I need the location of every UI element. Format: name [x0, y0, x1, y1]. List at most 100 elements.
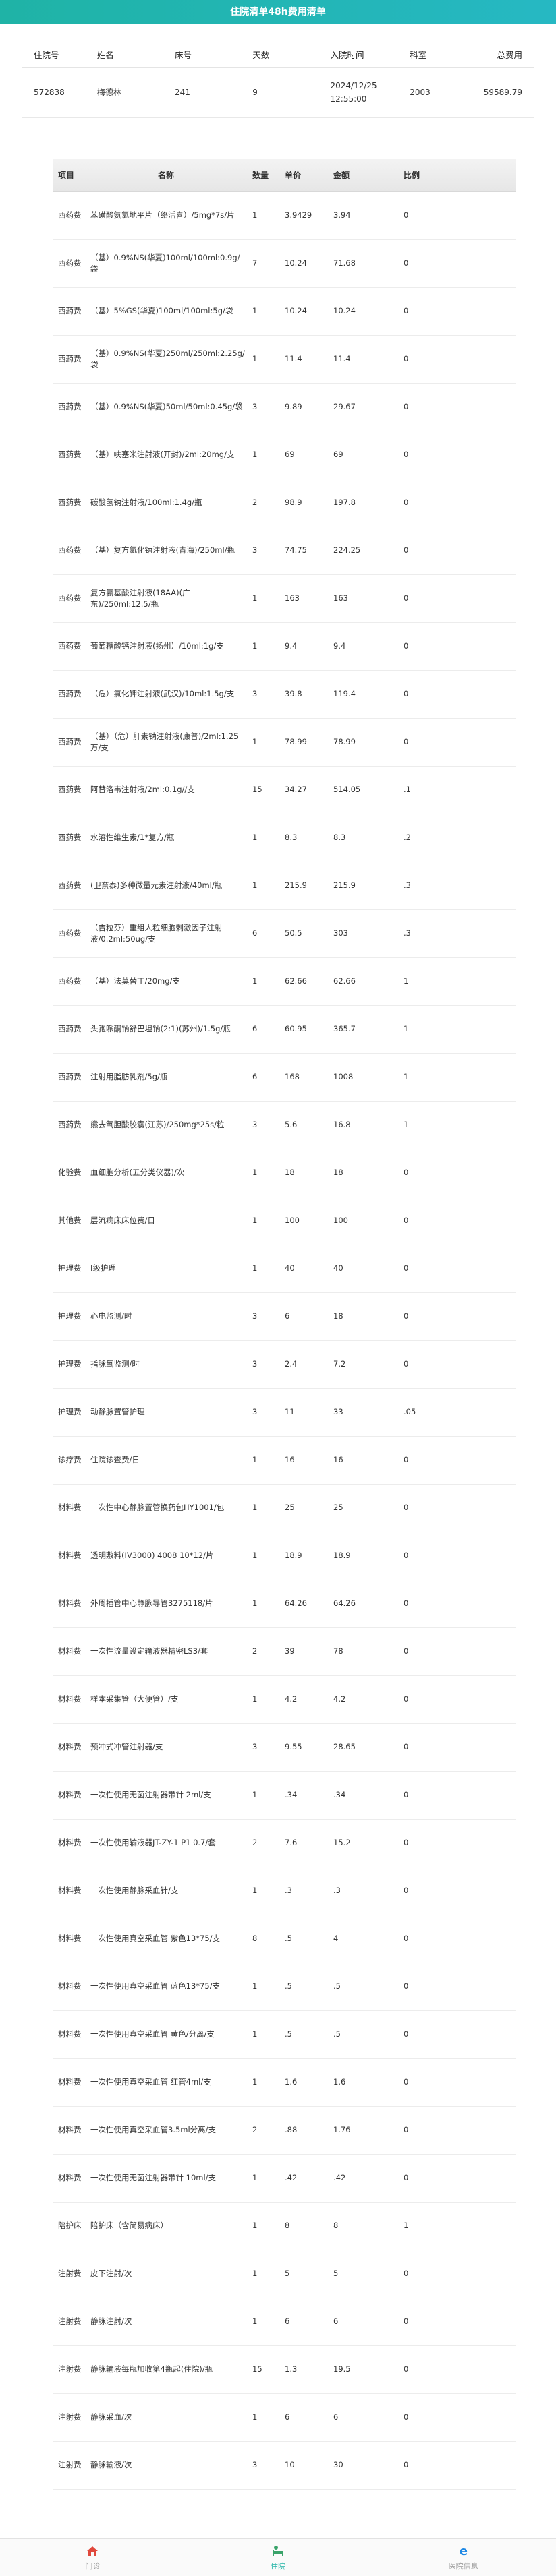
tab-hospital-info[interactable]: e 医院信息 [370, 2539, 556, 2576]
item-ratio: 0 [398, 2298, 516, 2346]
item-amount: 8 [328, 2202, 398, 2250]
item-category: 西药费 [53, 479, 85, 527]
item-ratio: 0 [398, 527, 516, 575]
item-category: 其他费 [53, 1197, 85, 1245]
patient-info-table: 住院号 姓名 床号 天数 入院时间 科室 总费用 572838 梅德林 241 … [22, 42, 534, 118]
item-name: 一次性使用静脉采血针/支 [85, 1867, 247, 1915]
item-name: 苯磺酸氨氯地平片（络活喜）/5mg*7s/片 [85, 191, 247, 240]
item-ratio: 0 [398, 335, 516, 384]
item-category: 西药费 [53, 1053, 85, 1102]
item-qty: 6 [247, 1053, 279, 1102]
home-icon [85, 2544, 100, 2558]
item-category: 西药费 [53, 718, 85, 767]
item-amount: .42 [328, 2154, 398, 2203]
header-admission-no: 住院号 [22, 42, 85, 68]
item-ratio: 0 [398, 718, 516, 767]
item-category: 西药费 [53, 527, 85, 575]
fee-item-row: 注射费 静脉输液每瓶加收第4瓶起(住院)/瓶 15 1.3 19.5 0 [53, 2345, 516, 2394]
item-amount: 28.65 [328, 1723, 398, 1772]
fee-item-row: 化验费 血细胞分析(五分类仪器)/次 1 18 18 0 [53, 1149, 516, 1197]
item-amount: .5 [328, 2010, 398, 2059]
item-price: 25 [279, 1484, 328, 1532]
item-ratio: .3 [398, 862, 516, 910]
item-amount: 6 [328, 2298, 398, 2346]
item-ratio: 0 [398, 2106, 516, 2155]
item-price: 1.3 [279, 2345, 328, 2394]
item-amount: 62.66 [328, 957, 398, 1006]
item-category: 注射费 [53, 2345, 85, 2394]
fee-item-row: 材料费 样本采集管（大便管）/支 1 4.2 4.2 0 [53, 1675, 516, 1724]
item-price: 9.4 [279, 622, 328, 671]
item-price: .5 [279, 2010, 328, 2059]
item-amount: 163 [328, 574, 398, 623]
col-header-category: 项目 [53, 159, 85, 192]
item-name: 碳酸氢钠注射液/100ml:1.4g/瓶 [85, 479, 247, 527]
item-amount: 119.4 [328, 670, 398, 719]
item-name: (卫奈泰)多种微量元素注射液/40ml/瓶 [85, 862, 247, 910]
item-category: 西药费 [53, 670, 85, 719]
tab-inpatient[interactable]: 住院 [186, 2539, 371, 2576]
item-amount: 18 [328, 1292, 398, 1341]
item-name: （基）0.9%NS(华夏)50ml/50ml:0.45g/袋 [85, 383, 247, 431]
fee-item-row: 其他费 层流病床床位费/日 1 100 100 0 [53, 1197, 516, 1245]
item-name: 一次性使用无菌注射器带针 2ml/支 [85, 1771, 247, 1820]
item-price: 18 [279, 1149, 328, 1197]
item-name: （基）0.9%NS(华夏)250ml/250ml:2.25g/袋 [85, 335, 247, 384]
item-category: 护理费 [53, 1340, 85, 1389]
fee-item-row: 西药费 （基）0.9%NS(华夏)250ml/250ml:2.25g/袋 1 11.4… [53, 335, 516, 384]
item-price: 10.24 [279, 239, 328, 288]
item-category: 西药费 [53, 191, 85, 240]
item-price: 6 [279, 1292, 328, 1341]
fee-item-row: 诊疗费 住院诊查费/日 1 16 16 0 [53, 1436, 516, 1485]
item-price: .88 [279, 2106, 328, 2155]
item-ratio: 0 [398, 1484, 516, 1532]
tab-outpatient[interactable]: 门诊 [0, 2539, 186, 2576]
item-price: 168 [279, 1053, 328, 1102]
item-ratio: 1 [398, 2202, 516, 2250]
header-name: 姓名 [84, 42, 163, 68]
item-ratio: 0 [398, 1819, 516, 1867]
item-name: 外周插管中心静脉导管3275118/片 [85, 1580, 247, 1628]
item-ratio: .3 [398, 909, 516, 958]
item-amount: 215.9 [328, 862, 398, 910]
admission-no: 572838 [22, 67, 85, 118]
item-price: 215.9 [279, 862, 328, 910]
item-price: 8.3 [279, 814, 328, 862]
item-price: 11 [279, 1388, 328, 1437]
item-category: 材料费 [53, 1867, 85, 1915]
item-qty: 15 [247, 766, 279, 814]
item-category: 化验费 [53, 1149, 85, 1197]
item-amount: 8.3 [328, 814, 398, 862]
header-bed: 床号 [162, 42, 241, 68]
col-header-qty: 数量 [247, 159, 279, 192]
department: 2003 [397, 67, 472, 118]
item-category: 诊疗费 [53, 1436, 85, 1485]
item-ratio: 0 [398, 1723, 516, 1772]
fee-items-section: 项目 名称 数量 单价 金额 比例 西药费 苯磺酸氨氯地平片（络活喜）/5mg*7… [53, 159, 516, 2490]
item-qty: 1 [247, 622, 279, 671]
item-price: 40 [279, 1245, 328, 1293]
item-ratio: 0 [398, 1915, 516, 1963]
item-name: （基）0.9%NS(华夏)100ml/100ml:0.9g/袋 [85, 239, 247, 288]
col-header-price: 单价 [279, 159, 328, 192]
item-name: （危）氯化钾注射液(武汉)/10ml:1.5g/支 [85, 670, 247, 719]
item-category: 西药费 [53, 1005, 85, 1054]
item-ratio: 0 [398, 1197, 516, 1245]
item-category: 材料费 [53, 2106, 85, 2155]
item-category: 护理费 [53, 1245, 85, 1293]
item-name: （基）5%GS(华夏)100ml/100ml:5g/袋 [85, 287, 247, 336]
item-price: 10 [279, 2441, 328, 2490]
item-ratio: 0 [398, 239, 516, 288]
item-name: 一次性中心静脉置管换药包HY1001/包 [85, 1484, 247, 1532]
item-ratio: 0 [398, 670, 516, 719]
fee-item-row: 西药费 （基）复方氯化钠注射液(青海)/250ml/瓶 3 74.75 224.25 0 [53, 527, 516, 575]
fee-item-row: 材料费 一次性使用无菌注射器带针 2ml/支 1.34.34 0 [53, 1771, 516, 1820]
item-qty: 1 [247, 1245, 279, 1293]
item-category: 护理费 [53, 1388, 85, 1437]
item-qty: 3 [247, 2441, 279, 2490]
item-category: 西药费 [53, 1101, 85, 1149]
item-price: 3.9429 [279, 191, 328, 240]
fee-item-row: 西药费 (卫奈泰)多种微量元素注射液/40ml/瓶 1 215.9 215.9.3 [53, 862, 516, 910]
item-price: 1.6 [279, 2058, 328, 2107]
item-amount: 16 [328, 1436, 398, 1485]
